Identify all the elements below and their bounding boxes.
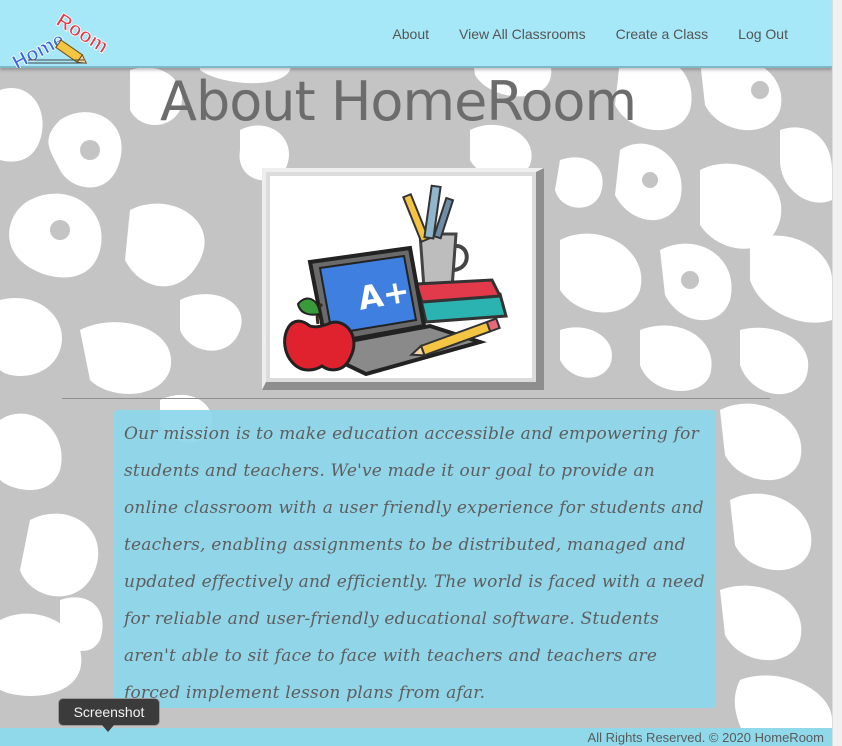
- footer: All Rights Reserved. © 2020 HomeRoom: [0, 728, 832, 746]
- homeroom-logo[interactable]: Home Room: [6, 6, 110, 68]
- hero-image-frame: A+: [262, 168, 544, 390]
- nav-create-class-link[interactable]: Create a Class: [616, 26, 709, 42]
- footer-copyright: All Rights Reserved. © 2020 HomeRoom: [587, 730, 824, 745]
- nav-log-out-link[interactable]: Log Out: [738, 26, 788, 42]
- section-divider: [62, 398, 770, 399]
- classroom-illustration-icon: A+: [283, 184, 508, 377]
- screenshot-tooltip: Screenshot: [58, 698, 160, 726]
- mission-panel: Our mission is to make education accessi…: [114, 410, 716, 708]
- tooltip-arrow: [102, 725, 114, 732]
- nav-view-all-classrooms-link[interactable]: View All Classrooms: [459, 26, 586, 42]
- main-nav: About View All Classrooms Create a Class…: [392, 26, 788, 42]
- mission-text: Our mission is to make education accessi…: [124, 424, 705, 703]
- nav-about-link[interactable]: About: [392, 26, 429, 42]
- page-viewport: Home Room About View All Classrooms Crea…: [0, 0, 832, 746]
- hero-image: A+: [270, 176, 532, 378]
- vertical-scrollbar[interactable]: [832, 0, 842, 746]
- page-title: About HomeRoom: [160, 70, 637, 133]
- books-icon: [413, 278, 508, 324]
- top-navbar: Home Room About View All Classrooms Crea…: [0, 0, 832, 68]
